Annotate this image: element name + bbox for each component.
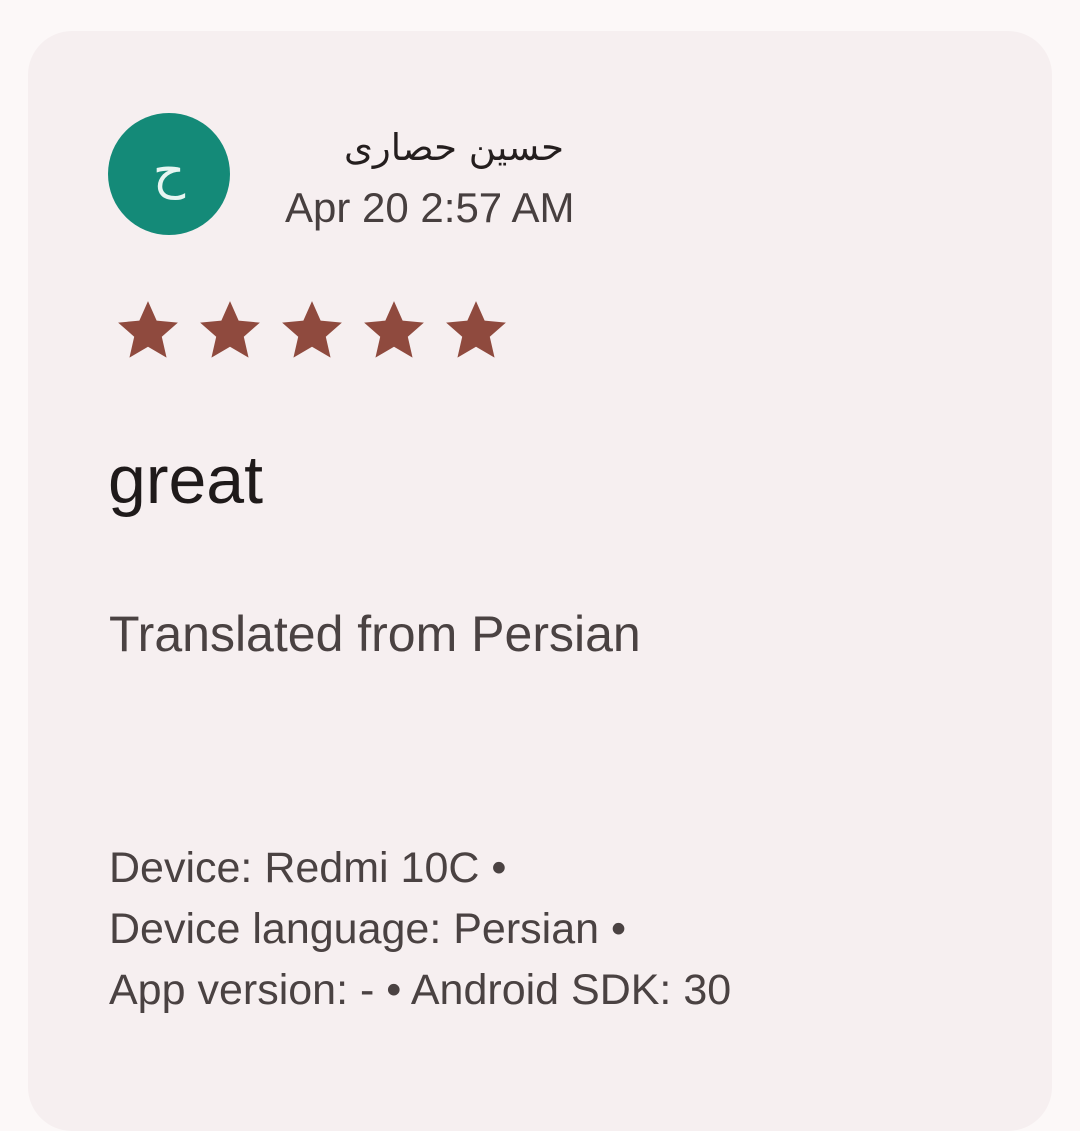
- avatar: ح: [108, 113, 230, 235]
- device-language-line: Device language: Persian •: [109, 905, 627, 953]
- author-name: حسین حصاری: [343, 126, 564, 169]
- device-line: Device: Redmi 10C •: [109, 844, 507, 892]
- star-icon: [282, 301, 342, 358]
- review-text: great: [108, 442, 263, 518]
- star-rating: [113, 296, 511, 364]
- translation-note[interactable]: Translated from Persian: [109, 604, 641, 664]
- review-date: Apr 20 2:57 AM: [285, 184, 575, 231]
- app-version-line: App version: - • Android SDK: 30: [109, 966, 732, 1014]
- avatar-letter: ح: [152, 142, 186, 200]
- device-info: Device: Redmi 10C • Device language: Per…: [109, 838, 731, 1021]
- star-icon: [118, 301, 178, 358]
- star-icon: [446, 301, 506, 358]
- star-icon: [200, 301, 260, 358]
- star-icon: [364, 301, 424, 358]
